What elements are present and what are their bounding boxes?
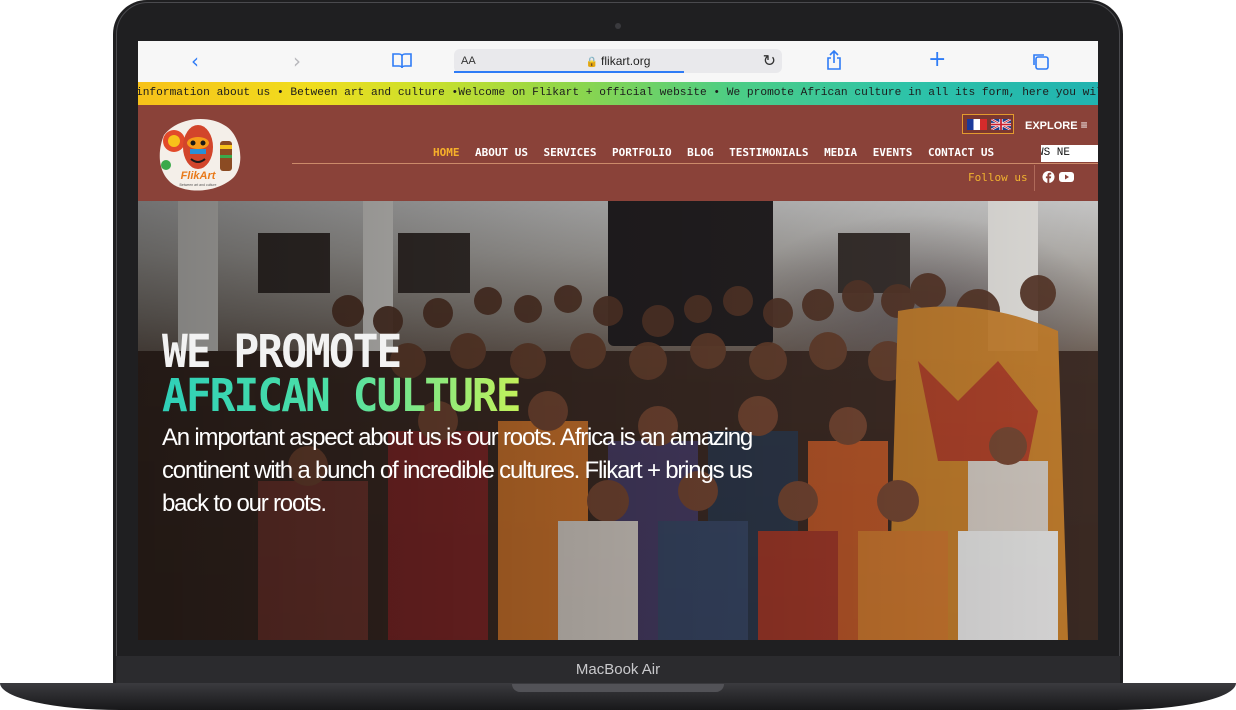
address-bar[interactable]: AA 🔒 flikart.org ↻ (454, 49, 782, 73)
youtube-icon[interactable] (1059, 171, 1074, 183)
follow-us-label: Follow us (968, 171, 1028, 184)
camera (615, 23, 621, 29)
load-progress (454, 71, 684, 73)
marquee-text: information about us • Between art and c… (138, 87, 1098, 99)
site-header: FlikArt Between art and culture EXPLORE ≡… (138, 105, 1098, 201)
nav-media[interactable]: MEDIA (824, 146, 857, 159)
book-icon[interactable] (392, 51, 412, 73)
flag-uk-icon[interactable] (991, 119, 1011, 130)
facebook-icon[interactable] (1042, 171, 1055, 183)
hero-section: WE PROMOTE AFRICAN CULTURE An important … (138, 201, 1098, 640)
hero-description: An important aspect about us is our root… (162, 424, 753, 517)
language-switcher[interactable] (962, 114, 1014, 134)
plus-icon[interactable]: + (928, 49, 946, 71)
follow-divider (1034, 165, 1035, 191)
chevron-right-icon[interactable]: › (293, 50, 301, 72)
nav-about-us[interactable]: ABOUT US (475, 146, 528, 159)
lock-icon: 🔒 (585, 57, 599, 68)
nav-testimonials[interactable]: TESTIMONIALS (729, 146, 808, 159)
url-text: 🔒 flikart.org (454, 54, 782, 68)
logo-tagline: Between art and culture (180, 183, 217, 187)
laptop-notch (512, 684, 724, 692)
chevron-left-icon[interactable]: ‹ (191, 50, 199, 72)
nav-blog[interactable]: BLOG (687, 146, 714, 159)
nav-contact-us[interactable]: CONTACT US (928, 146, 994, 159)
nav-services[interactable]: SERVICES (543, 146, 596, 159)
hero-title-line2: AFRICAN CULTURE (162, 369, 521, 422)
news-ticker[interactable]: WS NE (1041, 145, 1098, 162)
device-brand: MacBook Air (575, 661, 661, 678)
explore-menu[interactable]: EXPLORE ≡ (1025, 118, 1088, 132)
flag-fr-icon[interactable] (967, 119, 987, 130)
screen: ‹ › AA 🔒 flikart.org ↻ + information abou… (138, 41, 1098, 640)
logo-name: FlikArt (181, 170, 217, 182)
share-icon[interactable] (826, 49, 842, 74)
nav-divider (292, 163, 1098, 164)
url: flikart.org (601, 54, 651, 68)
announcement-marquee: information about us • Between art and c… (138, 82, 1098, 105)
nav-home[interactable]: HOME (433, 146, 460, 159)
nav-portfolio[interactable]: PORTFOLIO (612, 146, 672, 159)
main-nav: HOME ABOUT US SERVICES PORTFOLIO BLOG TESTIMO… (433, 146, 1010, 159)
hamburger-icon: ≡ (1080, 118, 1088, 132)
reload-icon[interactable]: ↻ (763, 51, 776, 70)
flikart-logo[interactable]: FlikArt Between art and culture (154, 115, 242, 192)
browser-toolbar: ‹ › AA 🔒 flikart.org ↻ + (138, 41, 1098, 82)
explore-label: EXPLORE (1025, 120, 1078, 132)
news-ticker-text: WS NE (1041, 147, 1071, 159)
nav-events[interactable]: EVENTS (873, 146, 913, 159)
tabs-icon[interactable] (1031, 52, 1049, 74)
